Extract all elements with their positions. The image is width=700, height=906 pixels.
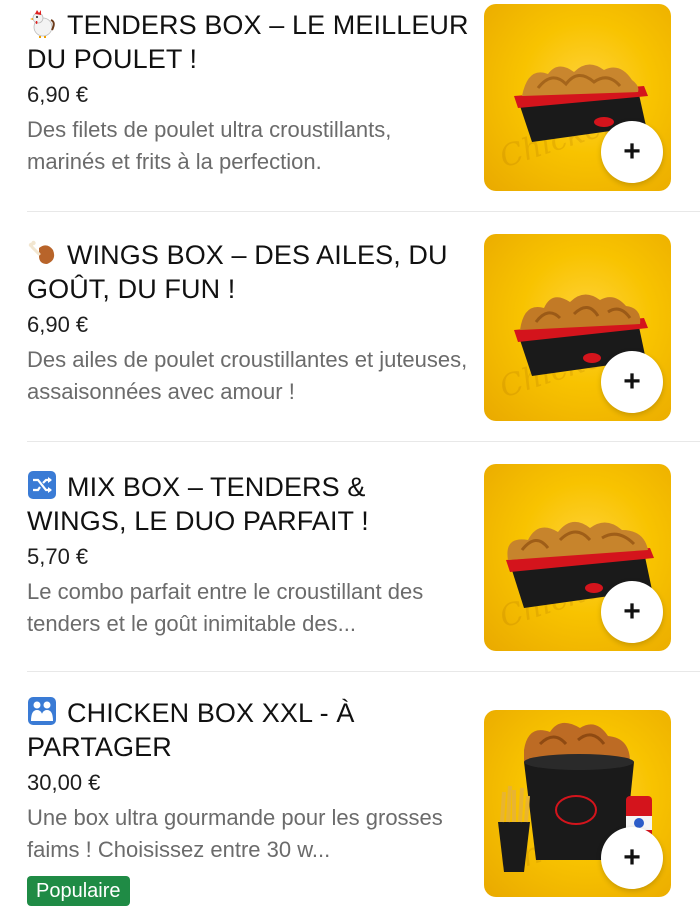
- menu-item[interactable]: MIX BOX – TENDERS & WINGS, LE DUO PARFAI…: [0, 442, 700, 672]
- item-price: 6,90 €: [27, 82, 89, 107]
- item-price: 5,70 €: [27, 544, 89, 569]
- item-title: TENDERS BOX – LE MEILLEUR DU POULET !: [27, 8, 469, 74]
- add-button[interactable]: +: [601, 351, 663, 413]
- add-button[interactable]: +: [601, 827, 663, 889]
- drumstick-icon: [27, 238, 61, 268]
- menu-item[interactable]: WINGS BOX – DES AILES, DU GOÛT, DU FUN !…: [0, 212, 700, 442]
- item-description: Des filets de poulet ultra croustillants…: [27, 117, 392, 174]
- item-price: 30,00 €: [27, 770, 101, 795]
- shuffle-icon: [27, 470, 61, 500]
- wings-box-photo[interactable]: Chicken +: [484, 234, 671, 421]
- chicken-bucket-photo[interactable]: Chicken +: [484, 710, 671, 897]
- menu-item[interactable]: CHICKEN BOX XXL - À PARTAGER 30,00 € Une…: [0, 672, 700, 900]
- mix-box-photo[interactable]: Chicken +: [484, 464, 671, 651]
- rooster-icon: [27, 8, 61, 38]
- popular-badge: Populaire: [27, 876, 130, 906]
- add-button[interactable]: +: [601, 121, 663, 183]
- tenders-box-photo[interactable]: Chicken +: [484, 4, 671, 191]
- item-price: 6,90 €: [27, 312, 89, 337]
- menu-item[interactable]: TENDERS BOX – LE MEILLEUR DU POULET ! 6,…: [0, 0, 700, 212]
- item-title: MIX BOX – TENDERS & WINGS, LE DUO PARFAI…: [27, 470, 369, 536]
- item-description: Une box ultra gourmande pour les grosses…: [27, 805, 443, 862]
- item-title: CHICKEN BOX XXL - À PARTAGER: [27, 696, 355, 762]
- add-button[interactable]: +: [601, 581, 663, 643]
- item-title: WINGS BOX – DES AILES, DU GOÛT, DU FUN !: [27, 238, 448, 304]
- item-description: Le combo parfait entre le croustillant d…: [27, 579, 424, 636]
- family-icon: [27, 696, 61, 726]
- item-description: Des ailes de poulet croustillantes et ju…: [27, 347, 468, 404]
